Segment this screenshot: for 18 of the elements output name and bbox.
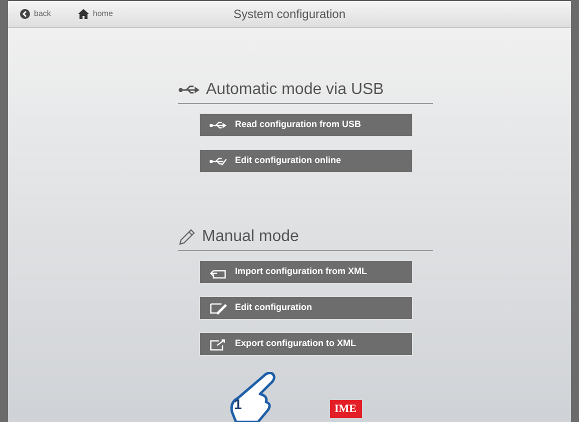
home-button[interactable]: home xyxy=(78,8,113,20)
back-icon xyxy=(20,9,30,19)
menu-button[interactable]: Edit configuration online xyxy=(199,149,413,173)
window-title: System configuration xyxy=(233,6,346,23)
menu-button[interactable]: Export configuration to XML xyxy=(199,332,413,356)
document-pen-icon xyxy=(209,302,227,314)
export-icon xyxy=(209,338,227,350)
back-button[interactable]: back xyxy=(20,8,51,20)
home-icon xyxy=(78,9,89,19)
usb-icon xyxy=(178,82,200,96)
pencil-icon xyxy=(178,228,196,246)
section-title: Automatic mode via USB xyxy=(206,80,384,100)
menu-button[interactable]: Read configuration from USB xyxy=(199,113,413,137)
callout-number: 1 xyxy=(234,395,242,414)
menu-button[interactable]: Import configuration from XML xyxy=(199,260,413,284)
section-title: Manual mode xyxy=(202,226,299,246)
logo: IME xyxy=(330,400,362,418)
menu-button[interactable]: Edit configuration xyxy=(199,296,413,320)
